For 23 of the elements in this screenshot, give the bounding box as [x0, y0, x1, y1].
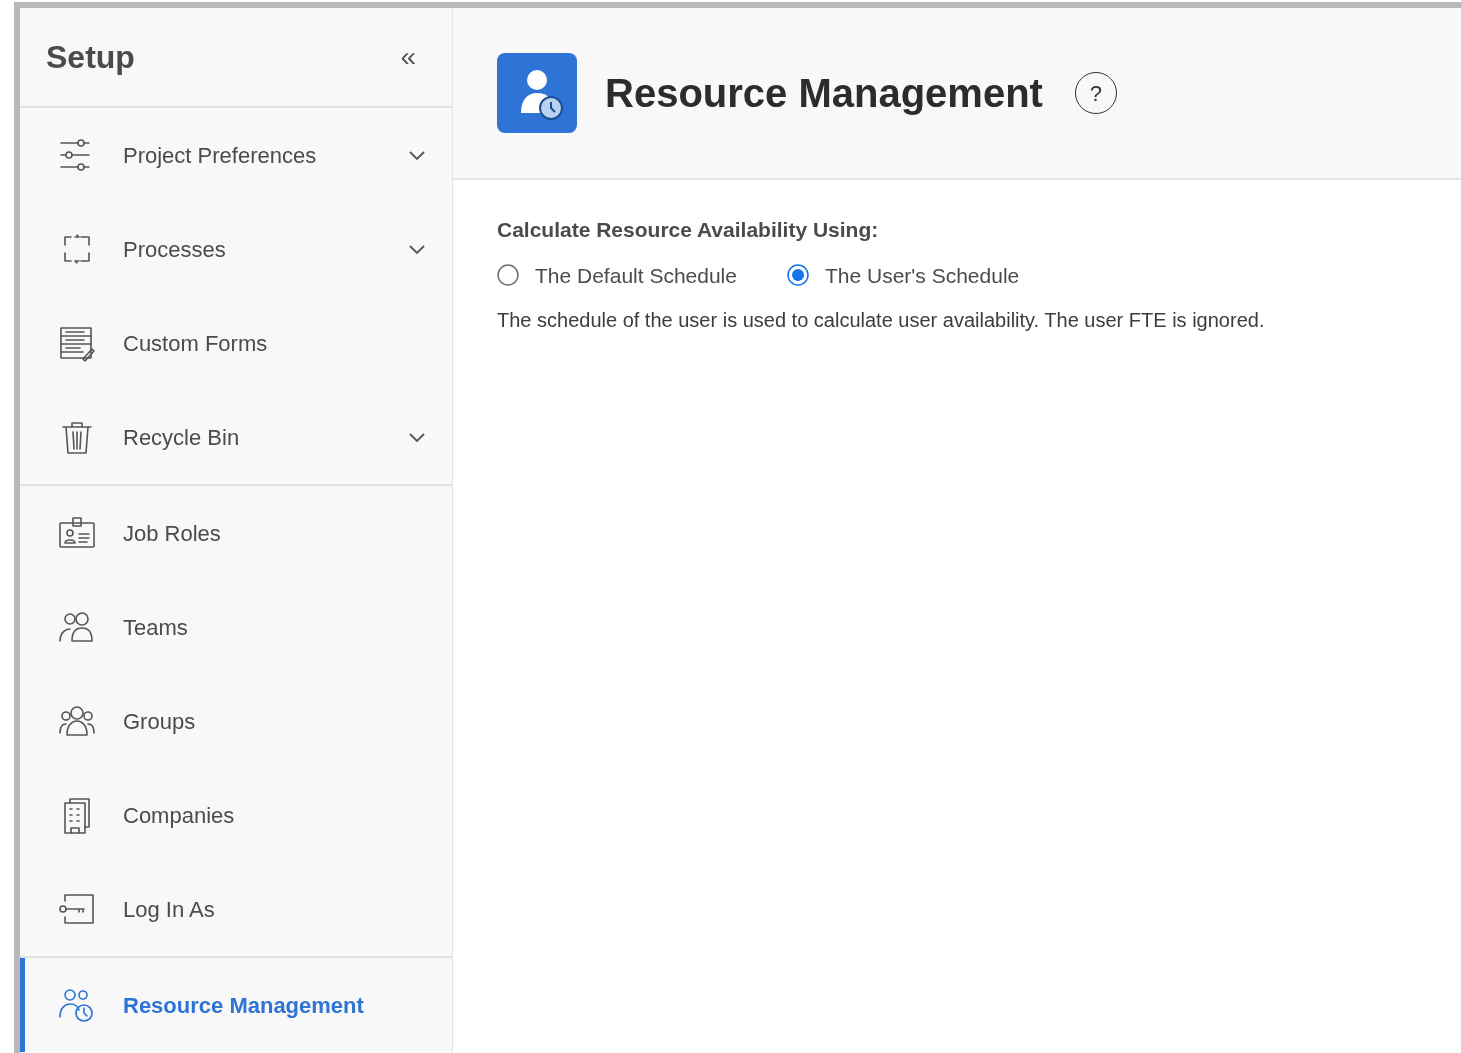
chevron-down-icon[interactable]	[408, 149, 426, 161]
sidebar-item[interactable]: Processes	[20, 202, 452, 296]
description-text: The schedule of the user is used to calculate user availability. The user FTE is ignored.	[497, 308, 1266, 333]
sidebar-item[interactable]: Teams	[20, 580, 452, 674]
option-label: The Default Schedule	[535, 262, 737, 289]
radio-button[interactable]	[786, 264, 809, 287]
setting-label: Calculate Resource Availability Using:	[497, 217, 880, 243]
option-label: The User's Schedule	[824, 262, 1020, 289]
sidebar-item[interactable]: Companies	[20, 768, 452, 862]
chevron-down-icon[interactable]	[408, 243, 426, 255]
sidebar-item[interactable]: Job Roles	[20, 486, 452, 580]
sidebar-item[interactable]: Recycle Bin	[20, 390, 452, 484]
radio-button[interactable]	[497, 264, 519, 287]
sidebar-item[interactable]: Groups	[20, 674, 452, 768]
sidebar-item[interactable]: Log In As	[20, 862, 452, 956]
sidebar-item[interactable]: Custom Forms	[20, 296, 452, 390]
sidebar-title: Setup	[46, 38, 135, 77]
user-clock-icon	[497, 53, 577, 133]
sidebar-item[interactable]: Project Preferences	[20, 108, 452, 202]
page-title: Resource Management	[605, 70, 1043, 117]
sidebar-item[interactable]: Resource Management	[20, 958, 452, 1052]
collapse-button[interactable]: «	[396, 43, 420, 71]
chevron-down-icon[interactable]	[408, 431, 426, 443]
